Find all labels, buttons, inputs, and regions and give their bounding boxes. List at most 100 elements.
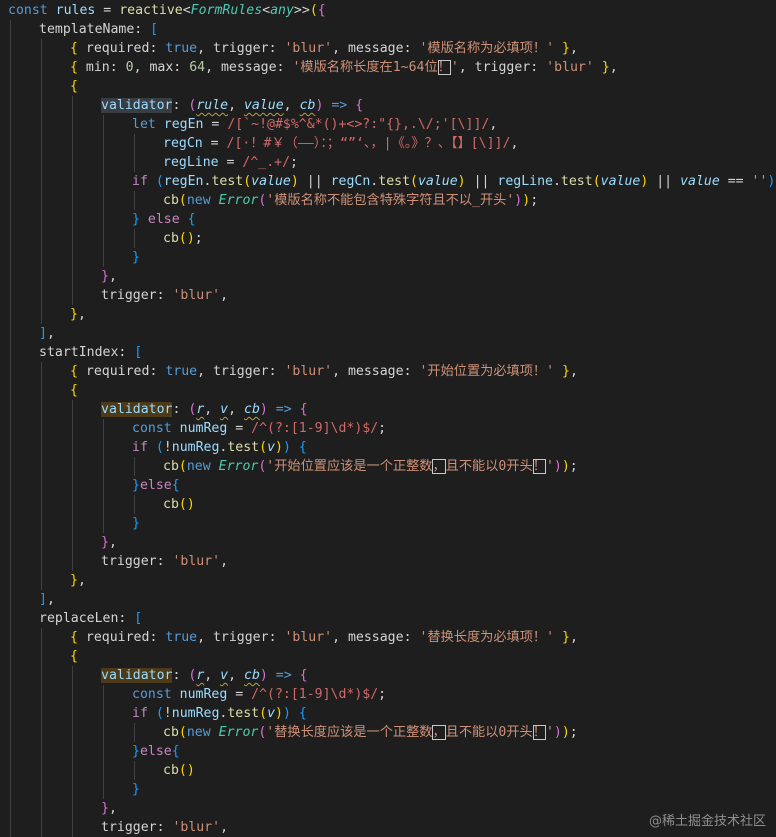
bracket-token: [	[150, 22, 159, 37]
code-line[interactable]: },	[101, 267, 117, 286]
indent-guide	[134, 495, 135, 514]
code-line[interactable]: cb(new Error('替换长度应该是一个正整数，且不能以0开头！'));	[163, 723, 578, 742]
code-line[interactable]: validator: (rule, value, cb) => {	[101, 96, 363, 115]
punctuation-token: <	[182, 3, 191, 18]
code-line[interactable]: { min: 0, max: 64, message: '模版名称长度在1~64…	[70, 58, 618, 77]
code-line[interactable]: cb()	[163, 495, 195, 514]
indent-guide	[103, 685, 104, 799]
variable-token: numReg	[179, 421, 228, 436]
code-line[interactable]: let regEn = /[`~!@#$%^&*()+<>?:"{},.\/;'…	[132, 115, 497, 134]
keyword-token: =>	[275, 402, 292, 417]
string-token: '开始位置为必填项！'	[419, 364, 555, 379]
variable-token: regEn	[163, 174, 204, 189]
bracket-token: }	[132, 212, 140, 227]
code-line[interactable]: trigger: 'blur',	[101, 552, 228, 571]
punctuation-token: ,	[228, 402, 244, 417]
string-token: ，	[432, 725, 446, 740]
function-token: test	[227, 440, 260, 455]
code-line[interactable]: cb()	[163, 761, 195, 780]
punctuation-token: ,	[205, 60, 221, 75]
punctuation-token: :	[149, 41, 166, 56]
code-line[interactable]: cb();	[163, 229, 203, 248]
punctuation-token: :	[276, 60, 293, 75]
bracket-token: (	[155, 440, 164, 455]
code-line[interactable]: }	[132, 248, 140, 267]
punctuation-token: :	[156, 820, 173, 835]
bracket-token: )	[553, 459, 562, 474]
code-line[interactable]: replaceLen: [	[39, 609, 142, 628]
code-line[interactable]: trigger: 'blur',	[101, 818, 228, 837]
type-token: any	[270, 3, 294, 18]
regex-token: /^_.+/	[242, 155, 291, 170]
punctuation-token: ,	[220, 288, 229, 303]
bracket-token: }	[561, 630, 570, 645]
code-line[interactable]: startIndex: [	[39, 343, 142, 362]
code-line[interactable]: { required: true, trigger: 'blur', messa…	[70, 39, 578, 58]
number-token: 64	[189, 60, 206, 75]
punctuation-token: ,	[197, 41, 213, 56]
string-token: ！	[532, 459, 546, 474]
code-line[interactable]: {	[70, 77, 78, 96]
code-line[interactable]: trigger: 'blur',	[101, 286, 228, 305]
highlighted-token: validator	[101, 668, 173, 683]
code-line[interactable]: regLine = /^_.+/;	[163, 153, 298, 172]
code-line[interactable]: if (!numReg.test(v)) {	[132, 438, 307, 457]
code-line[interactable]: if (!numReg.test(v)) {	[132, 704, 307, 723]
punctuation-token	[148, 440, 156, 455]
punctuation-token	[554, 41, 562, 56]
function-token: test	[227, 706, 260, 721]
string-token: 'blur'	[284, 364, 333, 379]
indent-guide	[134, 723, 135, 742]
code-line[interactable]: { required: true, trigger: 'blur', messa…	[70, 628, 578, 647]
string-token: '	[545, 725, 554, 740]
punctuation-token: ,	[108, 801, 117, 816]
code-line[interactable]: if (regEn.test(value) || regCn.test(valu…	[132, 172, 776, 191]
bracket-token: }	[132, 478, 140, 493]
code-line[interactable]: { required: true, trigger: 'blur', messa…	[70, 362, 578, 381]
code-line[interactable]: validator: (r, v, cb) => {	[101, 400, 308, 419]
string-token: '模版名称为必填项！'	[419, 41, 555, 56]
indent-guide	[41, 362, 42, 590]
code-line[interactable]: }else{	[132, 742, 180, 761]
code-line[interactable]: templateName: [	[39, 20, 158, 39]
punctuation-token: ,	[108, 535, 117, 550]
code-line[interactable]: cb(new Error('模版名称不能包含特殊字符且不以_开头'));	[163, 191, 538, 210]
code-line[interactable]: } else {	[132, 210, 196, 229]
code-line[interactable]: },	[70, 305, 86, 324]
code-line[interactable]: ],	[39, 590, 55, 609]
code-line[interactable]: },	[70, 571, 86, 590]
code-line[interactable]: regCn = /[·！#￥（——）：；“”‘、，|《。》？、【】[\]]/,	[163, 134, 518, 153]
function-token: test	[211, 174, 244, 189]
code-line[interactable]: validator: (r, v, cb) => {	[101, 666, 308, 685]
string-token: ！	[437, 60, 451, 75]
punctuation-token: :	[268, 630, 285, 645]
bracket-token: {	[187, 212, 196, 227]
code-editor[interactable]: const rules = reactive<FormRules<any>>({…	[0, 0, 776, 837]
type-token: FormRules	[190, 3, 263, 18]
function-token: test	[560, 174, 593, 189]
punctuation-token: :	[403, 364, 420, 379]
keyword-token: new	[186, 193, 211, 208]
code-line[interactable]: },	[101, 799, 117, 818]
string-token: '模版名称长度在1~64位	[292, 60, 438, 75]
code-line[interactable]: ],	[39, 324, 55, 343]
code-line[interactable]: const numReg = /^(?:[1-9]\d*)$/;	[132, 685, 386, 704]
code-line[interactable]: cb(new Error('开始位置应该是一个正整数，且不能以0开头！'));	[163, 457, 578, 476]
string-token: '替换长度应该是一个正整数	[266, 725, 433, 740]
code-line[interactable]: }else{	[132, 476, 180, 495]
code-line[interactable]: },	[101, 533, 117, 552]
code-line[interactable]: const rules = reactive<FormRules<any>>({	[8, 1, 326, 20]
punctuation-token	[148, 174, 156, 189]
keyword-token: const	[132, 421, 172, 436]
variable-token: numReg	[171, 706, 220, 721]
code-line[interactable]: {	[70, 381, 78, 400]
punctuation-token: >>	[293, 3, 310, 18]
variable-token: regLine	[497, 174, 553, 189]
code-line[interactable]: const numReg = /^(?:[1-9]\d*)$/;	[132, 419, 386, 438]
code-line[interactable]: }	[132, 780, 140, 799]
code-line[interactable]: }	[132, 514, 140, 533]
bracket-token: }	[132, 782, 140, 797]
bracket-token: {	[317, 3, 326, 18]
code-line[interactable]: {	[70, 647, 78, 666]
keyword-token: new	[186, 725, 211, 740]
